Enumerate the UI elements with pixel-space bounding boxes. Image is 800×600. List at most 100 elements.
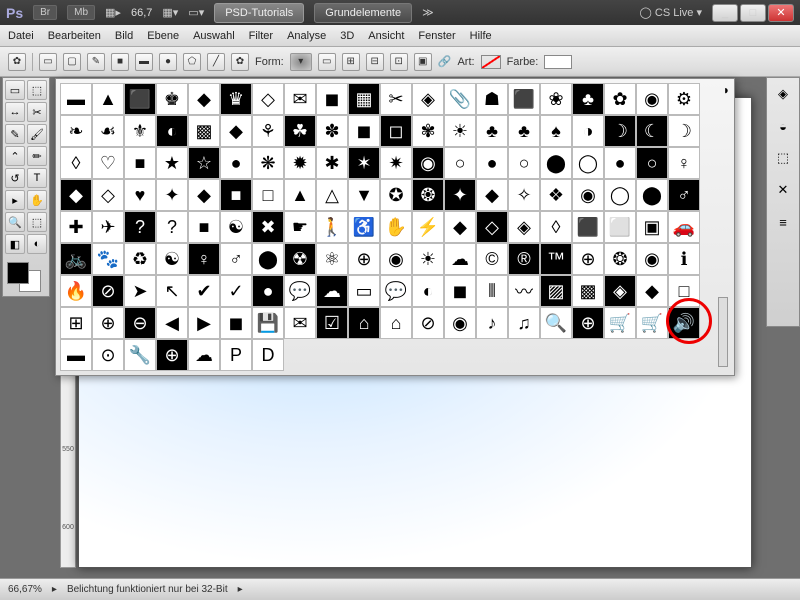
zoom-level[interactable]: 66,7 [131, 7, 152, 19]
shape-cell-135[interactable]: ▨ [540, 275, 572, 307]
shape-cell-118[interactable]: ◉ [636, 243, 668, 275]
panel-icon-3[interactable]: ✕ [773, 180, 793, 200]
shape-cell-130[interactable]: 💬 [380, 275, 412, 307]
shape-cell-90[interactable]: ✋ [380, 211, 412, 243]
shape-cell-18[interactable]: ◉ [636, 83, 668, 115]
rrect-icon[interactable]: ▢ [63, 53, 81, 71]
maximize-button[interactable]: □ [740, 4, 766, 22]
shape-cell-111[interactable]: ☀ [412, 243, 444, 275]
shape-cell-123[interactable]: ↖ [156, 275, 188, 307]
shape-cell-86[interactable]: ✖ [252, 211, 284, 243]
shape-cell-93[interactable]: ◇ [476, 211, 508, 243]
shape-cell-95[interactable]: ◊ [540, 211, 572, 243]
tool-0[interactable]: ▭ [5, 80, 25, 100]
shape-cell-138[interactable]: ◆ [636, 275, 668, 307]
shape-cell-21[interactable]: ☙ [92, 115, 124, 147]
shape-cell-121[interactable]: ⊘ [92, 275, 124, 307]
form-preview[interactable]: ▾ [290, 53, 312, 71]
shape-cell-83[interactable]: ? [156, 211, 188, 243]
shape-cell-116[interactable]: ⊕ [572, 243, 604, 275]
screen-icon[interactable]: ▭▾ [188, 6, 204, 19]
shape-cell-75[interactable]: ❖ [540, 179, 572, 211]
shape-cell-129[interactable]: ▭ [348, 275, 380, 307]
shape-cell-43[interactable]: ★ [156, 147, 188, 179]
shape-cell-52[interactable]: ○ [444, 147, 476, 179]
shape-cell-36[interactable]: ◑ [572, 115, 604, 147]
shape-cell-88[interactable]: 🚶 [316, 211, 348, 243]
panel-icon-4[interactable]: ≡ [773, 212, 793, 232]
shape-cell-84[interactable]: ■ [188, 211, 220, 243]
menu-auswahl[interactable]: Auswahl [193, 30, 235, 42]
shape-cell-78[interactable]: ⬤ [636, 179, 668, 211]
shape-cell-149[interactable]: ⌂ [348, 307, 380, 339]
shape-cell-50[interactable]: ✷ [380, 147, 412, 179]
bridge-chip[interactable]: Br [33, 5, 57, 20]
shape-cell-100[interactable]: 🚲 [60, 243, 92, 275]
shape-cell-31[interactable]: ✾ [412, 115, 444, 147]
shape-cell-16[interactable]: ♣ [572, 83, 604, 115]
shape-cell-51[interactable]: ◉ [412, 147, 444, 179]
shape-poly-icon[interactable]: ⬠ [183, 53, 201, 71]
tab-grundelemente[interactable]: Grundelemente [314, 3, 412, 23]
shape-cell-14[interactable]: ⬛ [508, 83, 540, 115]
shape-cell-113[interactable]: © [476, 243, 508, 275]
shape-cell-61[interactable]: ◇ [92, 179, 124, 211]
shape-cell-73[interactable]: ◆ [476, 179, 508, 211]
shape-cell-39[interactable]: ☽ [668, 115, 700, 147]
tool-6[interactable]: ⌃ [5, 146, 25, 166]
shape-cell-122[interactable]: ➤ [124, 275, 156, 307]
shape-cell-37[interactable]: ☽ [604, 115, 636, 147]
tab-psd-tutorials[interactable]: PSD-Tutorials [214, 3, 304, 23]
shape-cell-12[interactable]: 📎 [444, 83, 476, 115]
shape-cell-132[interactable]: ◼ [444, 275, 476, 307]
shape-cell-63[interactable]: ✦ [156, 179, 188, 211]
shape-cell-139[interactable]: □ [668, 275, 700, 307]
shape-ellipse-icon[interactable]: ● [159, 53, 177, 71]
shape-cell-136[interactable]: ▩ [572, 275, 604, 307]
shape-cell-27[interactable]: ☘ [284, 115, 316, 147]
shape-cell-120[interactable]: 🔥 [60, 275, 92, 307]
shape-cell-19[interactable]: ⚙ [668, 83, 700, 115]
shape-cell-76[interactable]: ◉ [572, 179, 604, 211]
shape-cell-32[interactable]: ☀ [444, 115, 476, 147]
shape-cell-142[interactable]: ⊖ [124, 307, 156, 339]
shape-cell-25[interactable]: ◆ [220, 115, 252, 147]
shape-cell-47[interactable]: ✹ [284, 147, 316, 179]
tool-preset-icon[interactable]: ✿ [8, 53, 26, 71]
panel-icon-0[interactable]: ◈ [773, 84, 793, 104]
shape-cell-141[interactable]: ⊕ [92, 307, 124, 339]
shape-cell-6[interactable]: ◇ [252, 83, 284, 115]
tool-8[interactable]: ↺ [5, 168, 25, 188]
menu-bild[interactable]: Bild [115, 30, 133, 42]
menu-hilfe[interactable]: Hilfe [470, 30, 492, 42]
shape-cell-4[interactable]: ◆ [188, 83, 220, 115]
shape-cell-127[interactable]: 💬 [284, 275, 316, 307]
shape-cell-160[interactable]: ▬ [60, 339, 92, 371]
menu-fenster[interactable]: Fenster [418, 30, 455, 42]
shape-cell-57[interactable]: ● [604, 147, 636, 179]
shape-cell-147[interactable]: ✉ [284, 307, 316, 339]
shape-cell-117[interactable]: ❂ [604, 243, 636, 275]
menu-3d[interactable]: 3D [340, 30, 354, 42]
shape-cell-110[interactable]: ◉ [380, 243, 412, 275]
shape-cell-33[interactable]: ♣ [476, 115, 508, 147]
shape-cell-103[interactable]: ☯ [156, 243, 188, 275]
shape-cell-0[interactable]: ▬ [60, 83, 92, 115]
shape-cell-152[interactable]: ◉ [444, 307, 476, 339]
more-tabs[interactable]: ≫ [422, 6, 434, 19]
tool-13[interactable]: ⬚ [27, 212, 47, 232]
shape-cell-99[interactable]: 🚗 [668, 211, 700, 243]
shape-cell-35[interactable]: ♠ [540, 115, 572, 147]
shape-custom-icon[interactable]: ✿ [231, 53, 249, 71]
shape-cell-58[interactable]: ○ [636, 147, 668, 179]
menu-ansicht[interactable]: Ansicht [368, 30, 404, 42]
shape-rect-icon[interactable]: ■ [111, 53, 129, 71]
shape-cell-10[interactable]: ✂ [380, 83, 412, 115]
shape-cell-69[interactable]: ▼ [348, 179, 380, 211]
tool-12[interactable]: 🔍 [5, 212, 25, 232]
tool-9[interactable]: T [27, 168, 47, 188]
tool-5[interactable]: 🖌 [27, 124, 47, 144]
resize-handle[interactable] [718, 297, 728, 367]
shape-cell-28[interactable]: ✽ [316, 115, 348, 147]
shape-cell-96[interactable]: ⬛ [572, 211, 604, 243]
